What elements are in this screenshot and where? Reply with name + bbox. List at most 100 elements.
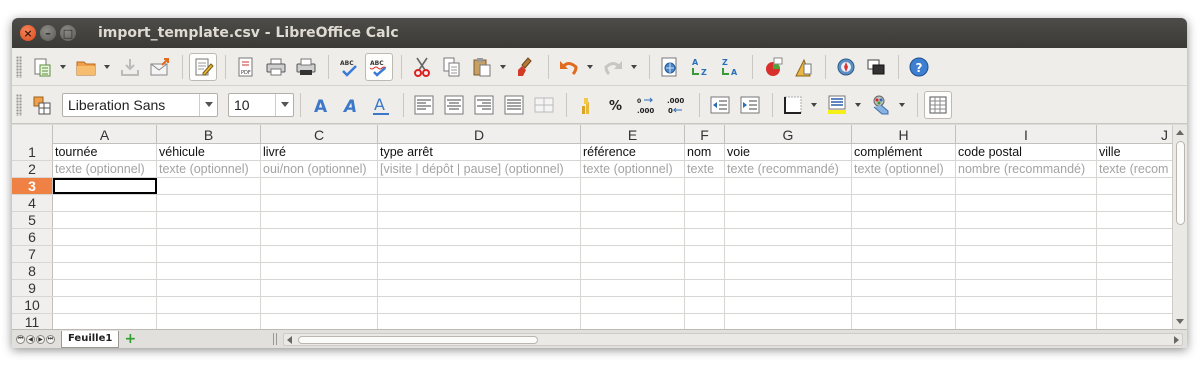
cell[interactable] bbox=[1097, 178, 1172, 194]
cell[interactable] bbox=[261, 195, 378, 211]
decrease-indent-button[interactable] bbox=[706, 91, 734, 119]
cell[interactable]: code postal bbox=[956, 144, 1097, 160]
cell[interactable]: texte (optionnel) bbox=[157, 161, 261, 177]
open-dropdown[interactable] bbox=[102, 53, 112, 81]
print-preview-button[interactable] bbox=[292, 53, 320, 81]
align-center-button[interactable] bbox=[440, 91, 468, 119]
font-size-combo[interactable]: 10 bbox=[228, 92, 294, 117]
cell[interactable] bbox=[725, 314, 852, 329]
active-cell[interactable] bbox=[53, 178, 157, 194]
cell[interactable] bbox=[685, 195, 725, 211]
new-button[interactable] bbox=[28, 53, 56, 81]
clone-formatting-button[interactable] bbox=[512, 53, 540, 81]
gridlines-button[interactable] bbox=[924, 90, 952, 119]
cell[interactable]: texte (recommandé) bbox=[725, 161, 852, 177]
scroll-down-arrow-icon[interactable] bbox=[1176, 319, 1184, 324]
cell[interactable]: texte (optionnel) bbox=[852, 161, 956, 177]
cell[interactable] bbox=[725, 178, 852, 194]
sheet-tab[interactable]: Feuille1 bbox=[61, 330, 120, 348]
help-button[interactable]: ? bbox=[905, 53, 933, 81]
merge-cells-button[interactable] bbox=[530, 91, 558, 119]
cell[interactable] bbox=[53, 314, 157, 329]
cell[interactable] bbox=[956, 297, 1097, 313]
row-header[interactable]: 8 bbox=[12, 263, 53, 279]
delete-decimal-button[interactable]: .000 0 bbox=[663, 91, 691, 119]
cell[interactable] bbox=[1097, 314, 1172, 329]
cell[interactable] bbox=[725, 280, 852, 296]
cell[interactable]: oui/non (optionnel) bbox=[261, 161, 378, 177]
column-header[interactable]: E bbox=[581, 125, 685, 144]
paste-dropdown[interactable] bbox=[498, 53, 508, 81]
cell[interactable] bbox=[685, 280, 725, 296]
cell[interactable] bbox=[1097, 297, 1172, 313]
cell[interactable] bbox=[725, 246, 852, 262]
chart-button[interactable] bbox=[759, 53, 787, 81]
row-header-active[interactable]: 3 bbox=[12, 178, 53, 194]
cell[interactable] bbox=[581, 297, 685, 313]
cell[interactable] bbox=[852, 314, 956, 329]
cell[interactable] bbox=[581, 229, 685, 245]
last-sheet-button[interactable]: ⏭ bbox=[46, 334, 55, 344]
cell[interactable] bbox=[261, 280, 378, 296]
cell[interactable] bbox=[1097, 263, 1172, 279]
cell[interactable] bbox=[581, 280, 685, 296]
cell[interactable] bbox=[378, 229, 581, 245]
cell[interactable] bbox=[852, 212, 956, 228]
cell[interactable] bbox=[261, 297, 378, 313]
cell[interactable] bbox=[725, 297, 852, 313]
cell[interactable] bbox=[157, 246, 261, 262]
cell[interactable] bbox=[956, 263, 1097, 279]
export-pdf-button[interactable]: PDF bbox=[232, 53, 260, 81]
cell[interactable]: nombre (recommandé) bbox=[956, 161, 1097, 177]
row-header[interactable]: 5 bbox=[12, 212, 53, 228]
hyperlink-button[interactable] bbox=[656, 53, 684, 81]
cell[interactable] bbox=[685, 314, 725, 329]
cell[interactable]: texte bbox=[685, 161, 725, 177]
cell[interactable] bbox=[685, 212, 725, 228]
save-button[interactable] bbox=[116, 53, 144, 81]
first-sheet-button[interactable]: ⏮ bbox=[16, 334, 25, 344]
close-window-button[interactable]: × bbox=[20, 25, 36, 41]
toolbar-grip[interactable] bbox=[16, 55, 22, 78]
background-color-button[interactable] bbox=[823, 91, 851, 119]
copy-button[interactable] bbox=[438, 53, 466, 81]
currency-button[interactable] bbox=[573, 91, 601, 119]
row-header[interactable]: 10 bbox=[12, 297, 53, 313]
cell[interactable] bbox=[725, 263, 852, 279]
column-header[interactable]: A bbox=[53, 125, 157, 144]
redo-button[interactable] bbox=[599, 53, 627, 81]
row-header[interactable]: 4 bbox=[12, 195, 53, 211]
cell[interactable] bbox=[852, 280, 956, 296]
cell[interactable] bbox=[1097, 212, 1172, 228]
horizontal-scroll-thumb[interactable] bbox=[298, 335, 539, 344]
underline-button[interactable]: A bbox=[367, 91, 395, 119]
font-name-dropdown[interactable] bbox=[199, 93, 217, 116]
cell[interactable]: référence bbox=[581, 144, 685, 160]
bold-button[interactable]: A bbox=[307, 91, 335, 119]
cell[interactable] bbox=[956, 195, 1097, 211]
borders-button[interactable] bbox=[779, 91, 807, 119]
cell[interactable] bbox=[378, 280, 581, 296]
cell[interactable] bbox=[157, 229, 261, 245]
cell[interactable] bbox=[157, 280, 261, 296]
cell[interactable] bbox=[261, 212, 378, 228]
cell[interactable] bbox=[157, 297, 261, 313]
cell[interactable] bbox=[725, 195, 852, 211]
cell[interactable] bbox=[261, 229, 378, 245]
cell[interactable] bbox=[157, 314, 261, 329]
cell[interactable] bbox=[852, 195, 956, 211]
cell[interactable] bbox=[956, 280, 1097, 296]
cell[interactable] bbox=[378, 178, 581, 194]
cell[interactable] bbox=[378, 246, 581, 262]
cell[interactable]: complément bbox=[852, 144, 956, 160]
cell[interactable] bbox=[852, 246, 956, 262]
cell[interactable] bbox=[378, 212, 581, 228]
row-header[interactable]: 1 bbox=[12, 144, 53, 160]
cell[interactable] bbox=[581, 314, 685, 329]
select-all-corner[interactable] bbox=[12, 125, 53, 144]
justify-button[interactable] bbox=[500, 91, 528, 119]
cell[interactable] bbox=[157, 263, 261, 279]
highlight-button[interactable] bbox=[867, 91, 895, 119]
cell[interactable]: [visite | dépôt | pause] (optionnel) bbox=[378, 161, 581, 177]
column-header[interactable]: B bbox=[157, 125, 261, 144]
